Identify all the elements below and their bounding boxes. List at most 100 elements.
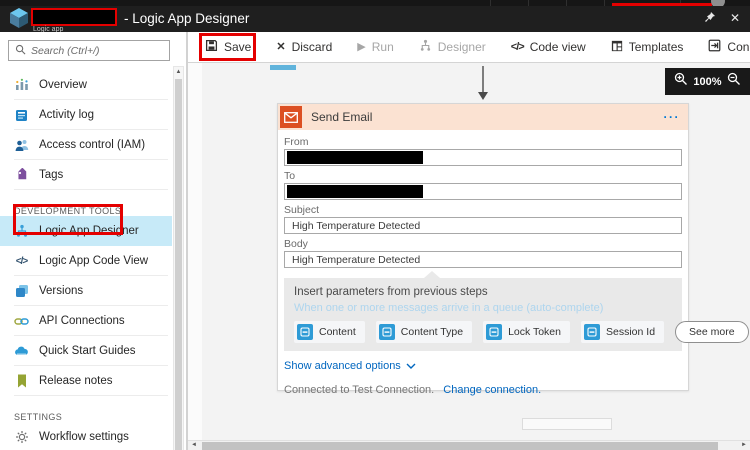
cloud-icon <box>14 344 29 359</box>
trigger-hint-text: When one or more messages arrive in a qu… <box>294 302 604 314</box>
dynamic-content-title: Insert parameters from previous steps <box>294 286 488 298</box>
zoom-level: 100% <box>693 75 722 88</box>
show-advanced-options-link[interactable]: Show advanced options <box>284 360 416 372</box>
run-button[interactable]: ▶ Run <box>357 40 393 54</box>
field-to: To <box>284 170 682 200</box>
body-input[interactable]: High Temperature Detected <box>284 251 682 268</box>
discard-button[interactable]: ✕ Discard <box>276 40 332 54</box>
logic-app-designer-window: - Logic App Designer Logic app ✕ Overvie… <box>0 0 750 450</box>
service-bus-token-icon <box>297 324 313 340</box>
service-bus-token-icon <box>486 324 503 340</box>
field-label: Subject <box>284 204 320 216</box>
canvas-gutter <box>188 63 202 440</box>
connector-arrow-icon <box>478 66 488 100</box>
redacted-to-value <box>287 185 423 198</box>
redacted-app-name <box>31 8 117 26</box>
sidebar: Overview Activity log Access control (IA… <box>0 32 186 450</box>
service-bus-token-icon <box>584 324 600 340</box>
to-input[interactable] <box>284 183 682 200</box>
api-connections-icon <box>14 314 29 329</box>
blade-header: - Logic App Designer Logic app ✕ <box>0 6 750 34</box>
overview-icon <box>14 78 29 93</box>
sidebar-menu: Overview Activity log Access control (IA… <box>0 70 172 450</box>
sidebar-item-label: Access control (IAM) <box>39 139 146 151</box>
sidebar-item-api-connections[interactable]: API Connections <box>0 306 172 336</box>
sidebar-item-label: Logic App Code View <box>39 255 149 267</box>
send-email-card-header[interactable]: Send Email ··· <box>278 104 688 130</box>
sidebar-item-label: Tags <box>39 169 64 181</box>
sidebar-scrollbar[interactable]: ▲ ▼ <box>173 66 184 450</box>
sidebar-item-access-control[interactable]: Access control (IAM) <box>0 130 172 160</box>
activity-log-icon <box>14 108 29 123</box>
sidebar-section-settings: SETTINGS <box>14 412 63 422</box>
logic-app-cube-icon <box>8 7 30 34</box>
scroll-up-icon[interactable]: ▲ <box>174 69 183 75</box>
trigger-card-peek[interactable] <box>270 65 296 70</box>
templates-button[interactable]: Templates <box>611 40 683 55</box>
token-chip-content-type[interactable]: Content Type <box>375 321 473 343</box>
versions-icon <box>14 284 29 299</box>
sidebar-item-logic-app-designer[interactable]: Logic App Designer <box>0 216 172 246</box>
field-subject: Subject High Temperature Detected <box>284 204 682 234</box>
code-icon: </> <box>15 255 29 267</box>
field-body: Body High Temperature Detected <box>284 238 682 268</box>
sidebar-item-tags[interactable]: Tags <box>0 160 172 190</box>
token-chip-content[interactable]: Content <box>294 321 365 343</box>
sidebar-item-label: API Connections <box>39 315 125 327</box>
designer-button[interactable]: Designer <box>419 39 486 55</box>
token-chip-session-id[interactable]: Session Id <box>581 321 665 343</box>
field-label: From <box>284 136 309 148</box>
scrollbar-thumb[interactable] <box>202 442 718 450</box>
scrollbar-thumb[interactable] <box>175 79 182 450</box>
token-chip-lock-token[interactable]: Lock Token <box>483 321 570 343</box>
see-more-button[interactable]: See more <box>675 321 749 343</box>
sidebar-item-label: Overview <box>39 79 87 91</box>
sidebar-item-label: Workflow settings <box>39 431 129 443</box>
redacted-from-value <box>287 151 423 164</box>
save-button[interactable]: Save <box>205 39 251 55</box>
pin-icon[interactable] <box>704 11 716 25</box>
connectors-icon <box>708 39 721 55</box>
sidebar-item-logic-app-code-view[interactable]: </> Logic App Code View <box>0 246 172 276</box>
zoom-widget: 100% <box>665 68 750 95</box>
connection-status: Connected to Test Connection. Change con… <box>284 384 542 396</box>
field-from: From <box>284 136 682 166</box>
sidebar-item-label: Activity log <box>39 109 94 121</box>
sidebar-item-quick-start-guides[interactable]: Quick Start Guides <box>0 336 172 366</box>
sidebar-item-activity-log[interactable]: Activity log <box>0 100 172 130</box>
send-email-card: Send Email ··· From To Subject High Temp… <box>277 103 749 396</box>
code-icon: </> <box>510 40 525 53</box>
save-icon <box>205 39 218 55</box>
access-control-icon <box>14 138 29 153</box>
designer-canvas[interactable]: 100% Send Email ··· From To Subject High… <box>188 63 750 440</box>
search-icon <box>15 42 26 60</box>
scroll-right-icon[interactable]: ► <box>741 442 747 448</box>
change-connection-link[interactable]: Change connection. <box>443 384 541 396</box>
templates-icon <box>611 40 623 55</box>
tag-icon <box>14 168 29 183</box>
from-input[interactable] <box>284 149 682 166</box>
sidebar-item-workflow-settings[interactable]: Workflow settings <box>0 422 172 450</box>
code-view-button[interactable]: </> Code view <box>511 40 586 54</box>
sidebar-section-development-tools: DEVELOPMENT TOOLS <box>14 206 122 216</box>
connectors-button[interactable]: Connectors <box>708 39 750 55</box>
close-icon[interactable]: ✕ <box>730 12 740 24</box>
zoom-out-icon[interactable] <box>727 72 741 91</box>
sidebar-search[interactable] <box>8 40 170 61</box>
sidebar-item-label: Versions <box>39 285 84 297</box>
scroll-left-icon[interactable]: ◄ <box>191 442 197 448</box>
sidebar-item-label: Logic App Designer <box>39 225 139 237</box>
ellipsis-menu-icon[interactable]: ··· <box>664 110 681 124</box>
search-input[interactable] <box>31 44 163 57</box>
next-step-peek[interactable] <box>522 418 612 430</box>
page-title: - Logic App Designer <box>124 11 250 26</box>
chevron-down-icon <box>406 363 416 369</box>
canvas-horizontal-scrollbar[interactable]: ◄ ► <box>188 440 750 450</box>
dynamic-content-panel: Insert parameters from previous steps Wh… <box>284 271 749 351</box>
designer-tree-icon <box>419 39 432 55</box>
sidebar-item-release-notes[interactable]: Release notes <box>0 366 172 396</box>
sidebar-item-overview[interactable]: Overview <box>0 70 172 100</box>
sidebar-item-versions[interactable]: Versions <box>0 276 172 306</box>
zoom-in-icon[interactable] <box>674 72 688 91</box>
subject-input[interactable]: High Temperature Detected <box>284 217 682 234</box>
